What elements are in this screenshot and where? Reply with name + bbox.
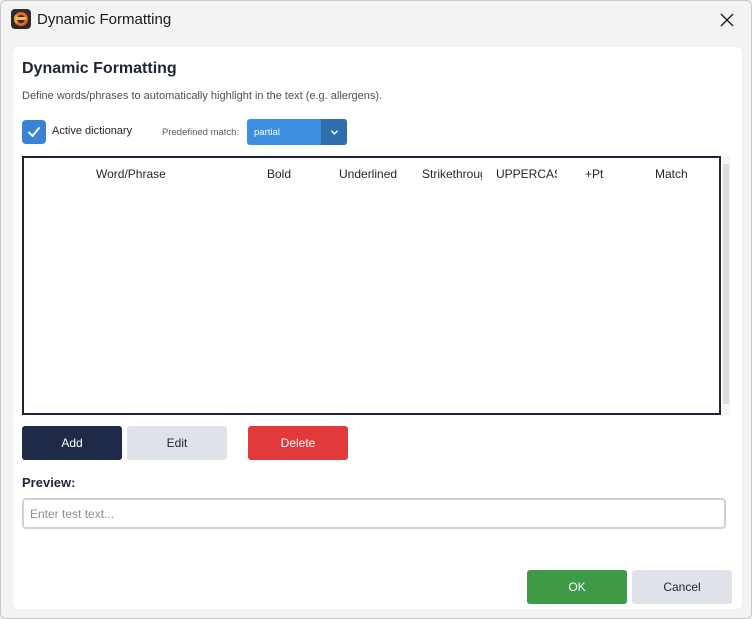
column-header-strikethrough[interactable]: Strikethrough <box>422 167 482 181</box>
active-dictionary-label[interactable]: Active dictionary <box>52 125 132 137</box>
cancel-button[interactable]: Cancel <box>632 570 732 604</box>
page-title: Dynamic Formatting <box>22 60 177 77</box>
add-button[interactable]: Add <box>22 426 122 460</box>
dialog-window: Dynamic Formatting Dynamic Formatting De… <box>0 0 752 619</box>
dropdown-toggle[interactable] <box>321 119 347 145</box>
active-dictionary-checkbox[interactable] <box>22 120 46 144</box>
table-scrollbar[interactable] <box>722 156 730 415</box>
app-logo-icon <box>11 9 31 29</box>
window-title: Dynamic Formatting <box>37 11 172 28</box>
checkmark-icon <box>28 127 40 137</box>
column-header-bold[interactable]: Bold <box>267 167 307 181</box>
column-header-uppercase[interactable]: UPPERCASE <box>496 167 557 181</box>
content-panel: Dynamic Formatting Define words/phrases … <box>13 47 742 609</box>
column-header-underlined[interactable]: Underlined <box>339 167 409 181</box>
column-header-match[interactable]: Match <box>655 167 705 181</box>
preview-label: Preview: <box>22 475 76 490</box>
table-header: Word/Phrase Bold Underlined Strikethroug… <box>24 158 719 188</box>
dictionary-table[interactable]: Word/Phrase Bold Underlined Strikethroug… <box>22 156 721 415</box>
chevron-down-icon <box>330 129 338 135</box>
column-header-word-phrase[interactable]: Word/Phrase <box>96 167 176 181</box>
scrollbar-thumb[interactable] <box>723 164 729 404</box>
title-bar: Dynamic Formatting <box>1 1 751 39</box>
close-button[interactable] <box>709 5 745 35</box>
close-icon <box>720 13 734 27</box>
preview-input[interactable] <box>22 498 726 529</box>
edit-button[interactable]: Edit <box>127 426 227 460</box>
delete-button[interactable]: Delete <box>248 426 348 460</box>
column-header-plus-pt[interactable]: +Pt <box>585 167 615 181</box>
predefined-match-label: Predefined match: <box>162 127 240 138</box>
page-description: Define words/phrases to automatically hi… <box>22 90 383 102</box>
predefined-match-value: partial <box>254 127 280 138</box>
ok-button[interactable]: OK <box>527 570 627 604</box>
predefined-match-select[interactable]: partial <box>247 119 347 145</box>
